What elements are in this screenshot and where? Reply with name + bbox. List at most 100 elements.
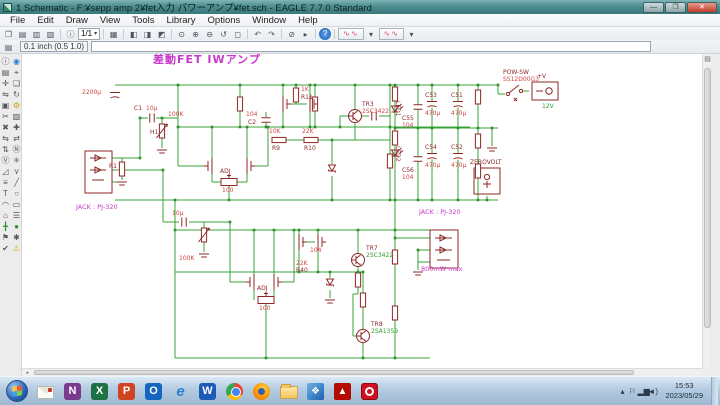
cut-tool-icon[interactable]: ✂ xyxy=(0,111,11,122)
open-file-button[interactable]: ❒ xyxy=(2,28,15,40)
horizontal-scrollbar-thumb[interactable] xyxy=(34,370,634,375)
vertical-scrollbar-thumb[interactable] xyxy=(704,68,711,328)
attribute-tool-icon[interactable]: ✱ xyxy=(11,232,22,243)
menu-file[interactable]: File xyxy=(4,14,31,26)
invoke-tool-icon[interactable]: ≡ xyxy=(0,177,11,188)
zoom-fit-button[interactable]: ⊙ xyxy=(175,28,188,40)
show-desktop-button[interactable] xyxy=(711,377,718,405)
add-part-tool-icon[interactable]: ✚ xyxy=(11,122,22,133)
zoom-out-button[interactable]: ⊖ xyxy=(203,28,216,40)
bus-tool-icon[interactable]: ☰ xyxy=(11,210,22,221)
network-icon[interactable]: ▂▆ xyxy=(637,387,647,396)
wire-tool-icon[interactable]: ╱ xyxy=(11,177,22,188)
show-tool-icon[interactable]: ◉ xyxy=(11,56,22,67)
taskbar-app-onenote[interactable]: N xyxy=(61,379,85,403)
net-tool-icon[interactable]: ╋ xyxy=(0,221,11,232)
menu-view[interactable]: View xyxy=(94,14,126,26)
hidden-icons-icon[interactable]: ▴ xyxy=(617,387,627,396)
change-tool-icon[interactable]: ⚙ xyxy=(11,100,22,111)
mark-tool-icon[interactable]: ⌖ xyxy=(11,67,22,78)
menu-draw[interactable]: Draw xyxy=(60,14,94,26)
taskbar-app-word[interactable]: W xyxy=(196,379,220,403)
action-center-flag-icon[interactable]: ⚐ xyxy=(627,387,637,396)
erc-tool-icon[interactable]: ✔ xyxy=(0,243,11,254)
go-button[interactable]: ▸ xyxy=(299,28,312,40)
command-line-input[interactable] xyxy=(91,41,651,52)
schematic-canvas[interactable]: 差動FET IWアンプ2200μC110μR1100KH1JACK : PJ-3… xyxy=(22,54,702,368)
text-tool-icon[interactable]: T xyxy=(0,188,11,199)
split-tool-icon[interactable]: ⋎ xyxy=(11,166,22,177)
taskbar-app-explorer-folder[interactable] xyxy=(277,379,301,403)
zoom-select-button[interactable]: ◻ xyxy=(231,28,244,40)
rect-tool-icon[interactable]: ▭ xyxy=(11,199,22,210)
close-button[interactable]: ✕ xyxy=(687,2,717,13)
zoom-in-button[interactable]: ⊕ xyxy=(189,28,202,40)
arc-tool-icon[interactable]: ◠ xyxy=(0,199,11,210)
layer-settings-button[interactable]: ◨ xyxy=(141,28,154,40)
undo-button[interactable]: ↶ xyxy=(251,28,264,40)
taskbar-app-excel[interactable]: X xyxy=(88,379,112,403)
grid-button[interactable]: ▦ xyxy=(107,28,120,40)
taskbar-app-mail[interactable] xyxy=(34,379,58,403)
chevron-down-icon[interactable]: ▾ xyxy=(365,28,378,40)
group-tool-icon[interactable]: ▣ xyxy=(0,100,11,111)
info-button[interactable]: ⓘ xyxy=(64,28,77,40)
menu-library[interactable]: Library xyxy=(160,14,201,26)
pinswap-tool-icon[interactable]: ⇆ xyxy=(0,133,11,144)
taskbar-app-powerpoint[interactable]: P xyxy=(115,379,139,403)
replace-tool-icon[interactable]: ⇄ xyxy=(11,133,22,144)
menu-options[interactable]: Options xyxy=(202,14,247,26)
print-button[interactable]: ▥ xyxy=(30,28,43,40)
taskbar-app-red-app[interactable] xyxy=(358,379,382,403)
rotate-tool-icon[interactable]: ↻ xyxy=(11,89,22,100)
save-file-button[interactable]: ▤ xyxy=(16,28,29,40)
mark-origin-button[interactable]: ◩ xyxy=(155,28,168,40)
menu-window[interactable]: Window xyxy=(246,14,292,26)
maximize-button[interactable]: ❐ xyxy=(665,2,686,13)
gateswap-tool-icon[interactable]: ⇅ xyxy=(0,144,11,155)
value-tool-icon[interactable]: Ⓥ xyxy=(0,155,11,166)
zoom-redraw-button[interactable]: ↺ xyxy=(217,28,230,40)
display-tool-icon[interactable]: ▤ xyxy=(0,67,11,78)
delete-tool-icon[interactable]: ✖ xyxy=(0,122,11,133)
taskbar-clock[interactable]: 15:53 2023/05/29 xyxy=(661,381,707,401)
zoom-select-combo[interactable]: 1/1▾ xyxy=(78,28,100,40)
menu-edit[interactable]: Edit xyxy=(31,14,59,26)
pcap-symbol xyxy=(427,153,437,160)
taskbar-app-chrome[interactable] xyxy=(223,379,247,403)
move-tool-icon[interactable]: ✛ xyxy=(0,78,11,89)
pcb-service-2-button[interactable]: ∿∿ xyxy=(379,28,404,40)
horizontal-scrollbar[interactable]: ◂ xyxy=(22,368,702,376)
menu-tools[interactable]: Tools xyxy=(126,14,160,26)
name-tool-icon[interactable]: Ⓝ xyxy=(11,144,22,155)
volume-icon[interactable]: ◄) xyxy=(647,387,657,396)
menu-help[interactable]: Help xyxy=(292,14,324,26)
export-image-button[interactable]: ▧ xyxy=(44,28,57,40)
sheet-list-icon[interactable]: ▤ xyxy=(2,41,15,53)
pcb-service-1-button[interactable]: ∿∿ xyxy=(338,28,363,40)
label-tool-icon[interactable]: ⚑ xyxy=(0,232,11,243)
minimize-button[interactable]: — xyxy=(643,2,664,13)
taskbar-app-internet-explorer[interactable]: e xyxy=(169,379,193,403)
circle-tool-icon[interactable]: ○ xyxy=(11,188,22,199)
mirror-tool-icon[interactable]: ⇋ xyxy=(0,89,11,100)
start-button[interactable] xyxy=(2,378,32,404)
taskbar-app-acrobat-reader[interactable]: ▲ xyxy=(331,379,355,403)
taskbar-app-photo-app[interactable]: ❖ xyxy=(304,379,328,403)
smash-tool-icon[interactable]: ✳ xyxy=(11,155,22,166)
help-button[interactable]: ? xyxy=(319,28,331,40)
info-tool-icon[interactable]: ⓘ xyxy=(0,56,11,67)
taskbar-app-firefox[interactable] xyxy=(250,379,274,403)
chevron-down-icon[interactable]: ▾ xyxy=(405,28,418,40)
stop-button[interactable]: ⊘ xyxy=(285,28,298,40)
errors-tool-icon[interactable]: ⚠ xyxy=(11,243,22,254)
copy-tool-icon[interactable]: ❏ xyxy=(11,78,22,89)
redo-button[interactable]: ↷ xyxy=(265,28,278,40)
polygon-tool-icon[interactable]: ⌂ xyxy=(0,210,11,221)
vertical-scrollbar[interactable]: ▤ xyxy=(702,54,711,368)
taskbar-app-outlook[interactable]: O xyxy=(142,379,166,403)
junction-tool-icon[interactable]: ● xyxy=(11,221,22,232)
display-layers-button[interactable]: ◧ xyxy=(127,28,140,40)
paste-tool-icon[interactable]: ▨ xyxy=(11,111,22,122)
miter-tool-icon[interactable]: ◿ xyxy=(0,166,11,177)
